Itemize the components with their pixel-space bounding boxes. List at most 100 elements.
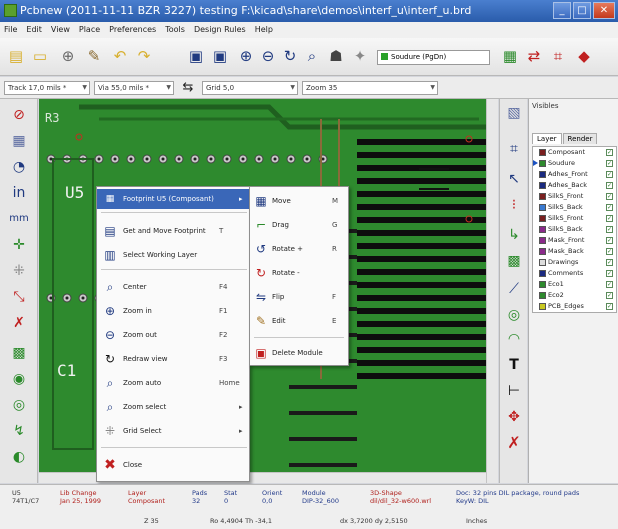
netlist-icon[interactable]: ✦	[350, 46, 370, 66]
grid-display-icon[interactable]: ▦	[9, 131, 29, 151]
context-menu-grid-select[interactable]: ⁜ Grid Select ▸	[97, 421, 249, 441]
context-menu-zoom-auto[interactable]: ⌕ Zoom auto Home	[97, 373, 249, 393]
context-menu-redraw-view[interactable]: ↻ Redraw view F3	[97, 349, 249, 369]
zoom-out-icon[interactable]: ⊖	[258, 46, 278, 66]
submenu-rotate-minus[interactable]: ↻ Rotate -	[250, 263, 348, 283]
undo-icon[interactable]: ↶	[110, 46, 130, 66]
menu-file[interactable]: File	[4, 22, 17, 38]
submenu-rotate-plus[interactable]: ↺ Rotate + R	[250, 239, 348, 259]
units-inch-icon[interactable]: in	[9, 183, 29, 203]
layer-visibility-checkbox[interactable]: ✓	[606, 193, 613, 200]
layer-visibility-checkbox[interactable]: ✓	[606, 292, 613, 299]
menu-place[interactable]: Place	[79, 22, 100, 38]
redo-icon[interactable]: ↷	[134, 46, 154, 66]
cursor-shape-icon[interactable]: ✛	[9, 235, 29, 255]
layer-color-swatch[interactable]	[539, 171, 546, 178]
delete-tool-icon[interactable]: ✗	[504, 433, 524, 453]
redraw-icon[interactable]: ↻	[280, 46, 300, 66]
edit-icon[interactable]: ✎	[84, 46, 104, 66]
add-track-icon[interactable]: ↳	[504, 225, 524, 245]
open-board-icon[interactable]: ▭	[30, 46, 50, 66]
layer-color-swatch[interactable]	[539, 193, 546, 200]
via-sketch-icon[interactable]: ◎	[9, 395, 29, 415]
minimize-button[interactable]: _	[553, 2, 571, 19]
layer-row[interactable]: Soudure ✓	[533, 158, 616, 169]
add-text-icon[interactable]: T	[504, 355, 524, 375]
plot-icon[interactable]: ▣	[210, 46, 230, 66]
layer-pair-icon[interactable]: ▦	[500, 46, 520, 66]
zone-fill-icon[interactable]: ▩	[9, 343, 29, 363]
add-zone-icon[interactable]: ▩	[504, 251, 524, 271]
layer-row[interactable]: Mask_Front ✓	[533, 235, 616, 246]
zoom-select[interactable]: Zoom 35 ▼	[302, 81, 438, 95]
context-menu-zoom-out[interactable]: ⊖ Zoom out F2	[97, 325, 249, 345]
tab-render[interactable]: Render	[562, 133, 598, 144]
auto-track-width-icon[interactable]: ⇆	[178, 78, 198, 98]
maximize-button[interactable]: □	[573, 2, 591, 19]
layer-visibility-checkbox[interactable]: ✓	[606, 248, 613, 255]
layer-row[interactable]: Eco2 ✓	[533, 290, 616, 301]
layer-color-swatch[interactable]	[539, 160, 546, 167]
layer-visibility-checkbox[interactable]: ✓	[606, 281, 613, 288]
layer-visibility-checkbox[interactable]: ✓	[606, 149, 613, 156]
high-contrast-icon[interactable]: ◐	[9, 447, 29, 467]
context-menu-center[interactable]: ⌕ Center F4	[97, 277, 249, 297]
layer-row[interactable]: Adhes_Front ✓	[533, 169, 616, 180]
layer-row[interactable]: Comments ✓	[533, 268, 616, 279]
tab-layer[interactable]: Layer	[532, 133, 562, 144]
layer-row[interactable]: Composant ✓	[533, 147, 616, 158]
context-menu-close[interactable]: ✖ Close	[97, 455, 249, 475]
layer-color-swatch[interactable]	[539, 182, 546, 189]
context-menu-zoom-select[interactable]: ⌕ Zoom select ▸	[97, 397, 249, 417]
layer-color-swatch[interactable]	[539, 248, 546, 255]
menu-preferences[interactable]: Preferences	[109, 22, 156, 38]
auto-delete-track-icon[interactable]: ✗	[9, 313, 29, 333]
track-sketch-icon[interactable]: ↯	[9, 421, 29, 441]
canvas-vertical-scrollbar[interactable]	[486, 99, 498, 483]
layer-visibility-checkbox[interactable]: ✓	[606, 270, 613, 277]
zoom-auto-icon[interactable]: ⌕	[302, 46, 322, 66]
layer-color-swatch[interactable]	[539, 215, 546, 222]
layer-row[interactable]: SilkS_Front ✓	[533, 213, 616, 224]
layer-visibility-checkbox[interactable]: ✓	[606, 303, 613, 310]
script-icon[interactable]: ◆	[574, 46, 594, 66]
new-board-icon[interactable]: ▤	[6, 46, 26, 66]
menu-edit[interactable]: Edit	[26, 22, 42, 38]
layer-visibility-checkbox[interactable]: ✓	[606, 160, 613, 167]
layer-row[interactable]: SilkS_Back ✓	[533, 202, 616, 213]
context-menu-select-working-layer[interactable]: ▥ Select Working Layer	[97, 245, 249, 265]
layer-color-swatch[interactable]	[539, 204, 546, 211]
layer-visibility-checkbox[interactable]: ✓	[606, 171, 613, 178]
layer-row[interactable]: Adhes_Back ✓	[533, 180, 616, 191]
menu-help[interactable]: Help	[255, 22, 273, 38]
layer-visibility-checkbox[interactable]: ✓	[606, 204, 613, 211]
via-size-select[interactable]: Via 55,0 mils * ▼	[94, 81, 174, 95]
autoplace-icon[interactable]: ⌗	[548, 46, 568, 66]
module-editor-icon[interactable]: ⊕	[58, 46, 78, 66]
active-layer-select[interactable]: Soudure (PgDn)	[377, 50, 490, 65]
submenu-drag[interactable]: ⌐ Drag G	[250, 215, 348, 235]
layer-row[interactable]: PCB_Edges ✓	[533, 301, 616, 312]
grid-select[interactable]: Grid 5,0 ▼	[202, 81, 298, 95]
layer-color-swatch[interactable]	[539, 226, 546, 233]
close-window-button[interactable]: ✕	[593, 2, 615, 19]
layer-row[interactable]: SilkS_Front ✓	[533, 191, 616, 202]
module-ratsnest-icon[interactable]: ⤡	[9, 287, 29, 307]
print-icon[interactable]: ▣	[186, 46, 206, 66]
context-menu-get-move-footprint[interactable]: ▤ Get and Move Footprint T	[97, 221, 249, 241]
layer-visibility-checkbox[interactable]: ✓	[606, 237, 613, 244]
autoroute-icon[interactable]: ⇄	[524, 46, 544, 66]
units-mm-icon[interactable]: mm	[9, 209, 29, 229]
layer-row[interactable]: Eco1 ✓	[533, 279, 616, 290]
drc-off-icon[interactable]: ⊘	[9, 105, 29, 125]
add-circle-icon[interactable]: ◎	[504, 305, 524, 325]
submenu-edit[interactable]: ✎ Edit E	[250, 311, 348, 331]
layer-visibility-checkbox[interactable]: ✓	[606, 226, 613, 233]
layer-color-swatch[interactable]	[539, 270, 546, 277]
context-menu-footprint[interactable]: ▦ Footprint U5 (Composant) ▸	[97, 189, 249, 209]
add-arc-icon[interactable]: ◠	[504, 329, 524, 349]
submenu-delete-module[interactable]: ▣ Delete Module	[250, 343, 348, 363]
add-line-icon[interactable]: ⟋	[504, 279, 524, 299]
menu-tools[interactable]: Tools	[165, 22, 185, 38]
zoom-in-icon[interactable]: ⊕	[236, 46, 256, 66]
